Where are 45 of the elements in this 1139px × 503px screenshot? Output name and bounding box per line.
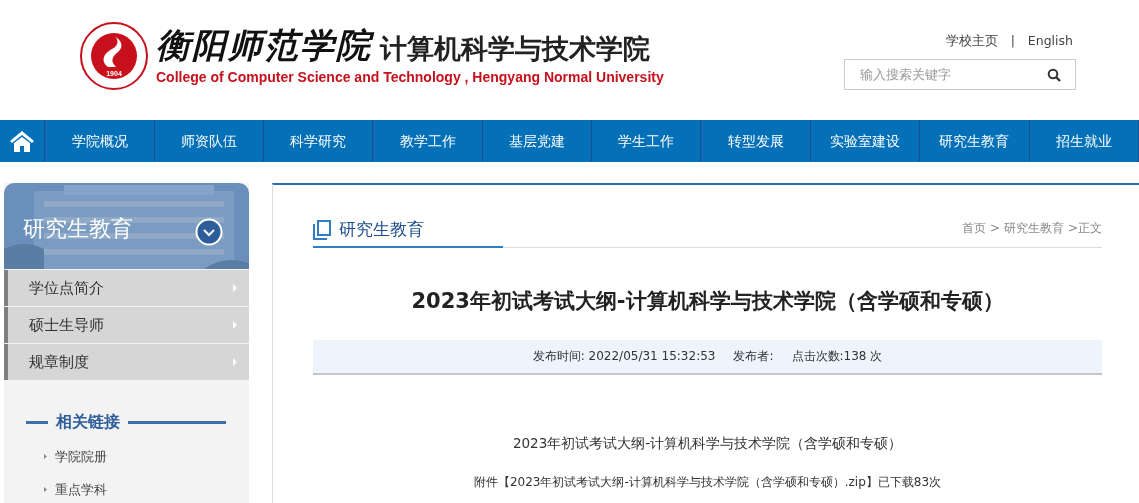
- attachment-link[interactable]: 2023年初试考试大纲-计算机科学与技术学院（含学硕和专硕）.zip: [509, 472, 866, 491]
- school-home-link[interactable]: 学校主页: [945, 32, 998, 51]
- nav-tab[interactable]: 学院概况: [45, 120, 155, 162]
- nav-tab[interactable]: 学生工作: [592, 120, 702, 162]
- section-heading: 相关链接: [56, 411, 120, 433]
- link-separator: |: [1010, 32, 1015, 50]
- home-icon[interactable]: [9, 129, 36, 153]
- caret-right-icon: [233, 358, 237, 366]
- download-count: 】已下载83次: [865, 473, 942, 491]
- search-box[interactable]: 输入搜索关键字: [844, 59, 1076, 90]
- article-meta: 发布时间: 2022/05/31 15:32:53: [532, 348, 716, 365]
- breadcrumb-link[interactable]: 首页: [961, 219, 986, 237]
- breadcrumb-separator: >正文: [1067, 220, 1102, 237]
- nav-tab[interactable]: 招生就业: [1029, 120, 1139, 162]
- search-icon[interactable]: [1047, 67, 1061, 82]
- nav-tab[interactable]: 转型发展: [701, 120, 811, 162]
- copy-icon: [313, 219, 331, 240]
- nav-tab[interactable]: 教学工作: [373, 120, 483, 162]
- chevron-down-icon[interactable]: [195, 218, 223, 246]
- breadcrumb-separator: >: [989, 220, 1000, 237]
- bullet-icon: [44, 454, 47, 460]
- nav-tab[interactable]: 基层党建: [482, 120, 593, 162]
- sidebar-item[interactable]: 规章制度: [4, 344, 249, 380]
- nav-tab[interactable]: 实验室建设: [810, 120, 921, 162]
- college-name: 计算机科学与技术学院: [380, 35, 650, 62]
- article-title: 2023年初试考试大纲-计算机科学与技术学院（含学硕和专硕）: [410, 288, 1005, 315]
- nav-tab[interactable]: 科学研究: [264, 120, 374, 162]
- article-meta: 点击次数:138 次: [791, 348, 883, 365]
- sidebar-title: 研究生教育: [23, 215, 133, 243]
- college-english-name: College of Computer Science and Technology , Hengyang Normal University: [156, 70, 664, 84]
- breadcrumb-link[interactable]: 研究生教育: [1003, 219, 1064, 237]
- article-meta: 发布者:: [733, 348, 774, 365]
- nav-tab[interactable]: 师资队伍: [154, 120, 265, 162]
- sidebar-item[interactable]: 学位点简介: [4, 270, 249, 306]
- related-link[interactable]: 重点学科: [55, 479, 107, 499]
- caret-right-icon: [233, 321, 237, 329]
- nav-tab[interactable]: 研究生教育: [920, 120, 1030, 162]
- english-link[interactable]: English: [1027, 32, 1073, 51]
- attachment-label: 附件【: [473, 473, 510, 491]
- column-title: 研究生教育: [339, 217, 424, 241]
- bullet-icon: [44, 486, 47, 492]
- article-text: 2023年初试考试大纲-计算机科学与技术学院（含学硕和专硕）: [511, 433, 904, 453]
- related-link[interactable]: 学院院册: [55, 447, 107, 467]
- caret-right-icon: [233, 284, 237, 292]
- sidebar-item[interactable]: 硕士生导师: [4, 307, 249, 343]
